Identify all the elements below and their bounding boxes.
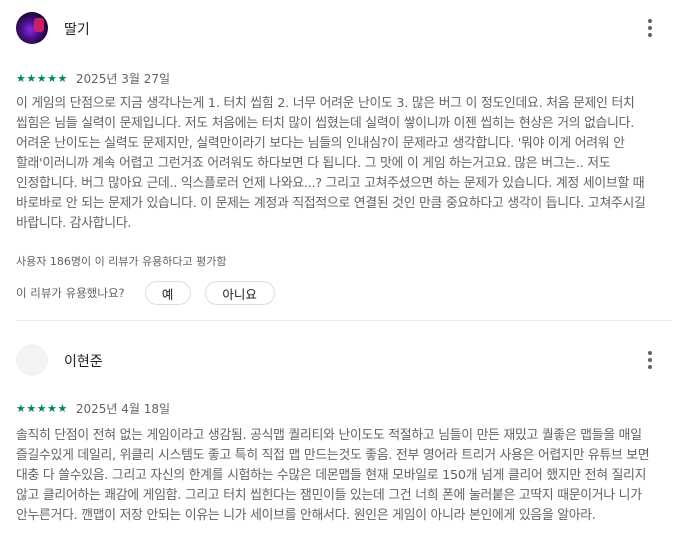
rating-row: ★★★★★ 2025년 3월 27일 — [16, 70, 170, 86]
helpful-question: 이 리뷰가 유용했나요? — [16, 286, 125, 300]
reviewer-name: 이현준 — [64, 354, 103, 370]
helpful-count: 사용자 186명이 이 리뷰가 유용하다고 평가함 — [16, 255, 227, 268]
review-header: 딸기 — [16, 12, 676, 44]
star-rating: ★★★★★ — [16, 401, 68, 415]
review-date: 2025년 4월 18일 — [75, 401, 171, 416]
avatar — [16, 344, 48, 376]
review-text: 솔직히 단점이 전혀 없는 게임이라고 생감됨. 공식맵 퀄리티와 난이도도 적… — [16, 428, 650, 523]
helpful-yes-button[interactable]: 예 — [144, 281, 191, 305]
review-text: 이 게임의 단점으로 지금 생각나는게 1. 터치 씹힘 2. 너무 어려운 난… — [16, 96, 646, 231]
more-vert-icon[interactable] — [638, 348, 662, 372]
review-header: 이현준 — [16, 344, 676, 376]
review-date: 2025년 3월 27일 — [75, 71, 171, 86]
rating-row: ★★★★★ 2025년 4월 18일 — [16, 400, 170, 416]
avatar — [16, 12, 48, 44]
divider — [16, 320, 672, 321]
reviewer-name: 딸기 — [64, 22, 90, 38]
helpful-no-button[interactable]: 아니요 — [204, 281, 275, 305]
more-vert-icon[interactable] — [638, 16, 662, 40]
star-rating: ★★★★★ — [16, 71, 68, 85]
helpful-row: 이 리뷰가 유용했나요? 예 아니요 — [16, 280, 289, 306]
